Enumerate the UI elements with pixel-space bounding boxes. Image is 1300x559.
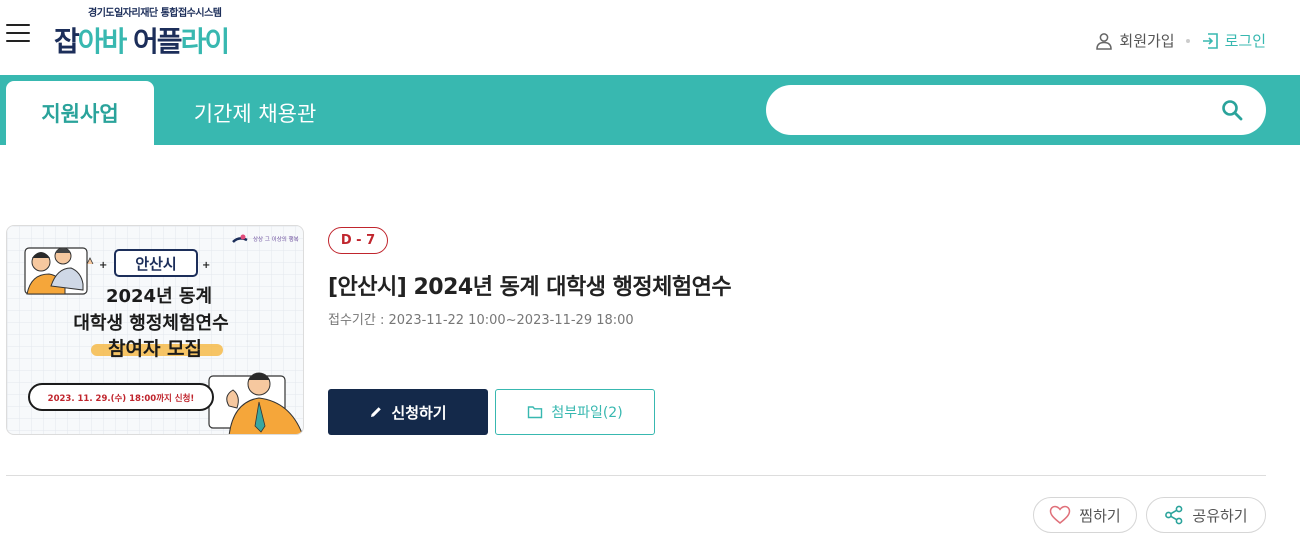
- logo-part-4: 라이: [180, 25, 231, 58]
- share-icon: [1165, 505, 1183, 525]
- login-icon: [1202, 32, 1218, 49]
- logo-part-1: 잡: [54, 25, 80, 58]
- site-logo[interactable]: 경기도일자리재단 통합접수시스템 잡아바 어플라이: [54, 2, 284, 62]
- utility-links: 회원가입 로그인: [1095, 30, 1266, 51]
- search-input[interactable]: [786, 95, 1206, 125]
- poster-people-illustration: [24, 247, 94, 295]
- poster-city-badge: 안산시: [135, 255, 176, 273]
- logo-part-3: 어플: [125, 25, 183, 58]
- content-divider: [6, 475, 1266, 476]
- poster-deadline: 2023. 11. 29.(수) 18:00까지 신청!: [48, 393, 195, 404]
- join-link[interactable]: 회원가입: [1095, 30, 1175, 51]
- tab-fixed-term-jobs[interactable]: 기간제 채용관: [160, 81, 350, 145]
- svg-text:+: +: [202, 260, 210, 271]
- folder-icon: [528, 406, 543, 419]
- separator-dot: [1185, 38, 1190, 43]
- period-label: 접수기간 :: [328, 313, 385, 328]
- poster-line-3: 참여자 모집: [108, 338, 202, 360]
- search-box: [766, 85, 1266, 135]
- logo-subtitle: 경기도일자리재단 통합접수시스템: [88, 8, 222, 19]
- share-button[interactable]: 공유하기: [1146, 497, 1266, 533]
- attachments-button[interactable]: 첨부파일(2): [495, 389, 655, 435]
- d-day-badge: D - 7: [328, 227, 388, 254]
- like-button[interactable]: 찜하기: [1033, 497, 1137, 533]
- share-label: 공유하기: [1192, 506, 1248, 525]
- like-label: 찜하기: [1079, 506, 1121, 525]
- application-period: 접수기간 : 2023-11-22 10:00~2023-11-29 18:00: [328, 309, 634, 328]
- apply-button[interactable]: 신청하기: [328, 389, 488, 435]
- program-poster: 상상 그 이상의 행복 + 안산시 + 2024년 동계 대학생 행정체험연수 …: [6, 225, 304, 435]
- site-header: 경기도일자리재단 통합접수시스템 잡아바 어플라이 회원가입 로그인: [0, 0, 1300, 75]
- svg-text:+: +: [99, 260, 107, 271]
- logo-wordmark: 잡아바 어플라이: [54, 20, 231, 60]
- program-detail: 상상 그 이상의 행복 + 안산시 + 2024년 동계 대학생 행정체험연수 …: [0, 145, 1300, 559]
- main-nav: 지원사업 기간제 채용관: [0, 75, 1300, 145]
- poster-line-1: 2024년 동계: [106, 286, 212, 307]
- logo-part-2: 아바: [77, 25, 128, 58]
- hamburger-menu-icon[interactable]: [6, 24, 30, 44]
- search-icon[interactable]: [1220, 98, 1244, 122]
- user-icon: [1096, 32, 1113, 50]
- pencil-icon: [371, 407, 382, 417]
- heart-icon: [1050, 505, 1071, 524]
- login-label: 로그인: [1224, 32, 1266, 50]
- poster-slogan: 상상 그 이상의 행복: [253, 235, 299, 243]
- program-title: [안산시] 2024년 동계 대학생 행정체험연수: [328, 275, 732, 300]
- attachments-label: 첨부파일(2): [551, 405, 623, 421]
- apply-label: 신청하기: [391, 403, 447, 422]
- poster-line-2: 대학생 행정체험연수: [73, 312, 228, 334]
- login-link[interactable]: 로그인: [1201, 30, 1266, 51]
- period-value: 2023-11-22 10:00~2023-11-29 18:00: [388, 313, 634, 328]
- tab-support-programs[interactable]: 지원사업: [6, 81, 154, 145]
- join-label: 회원가입: [1119, 32, 1175, 50]
